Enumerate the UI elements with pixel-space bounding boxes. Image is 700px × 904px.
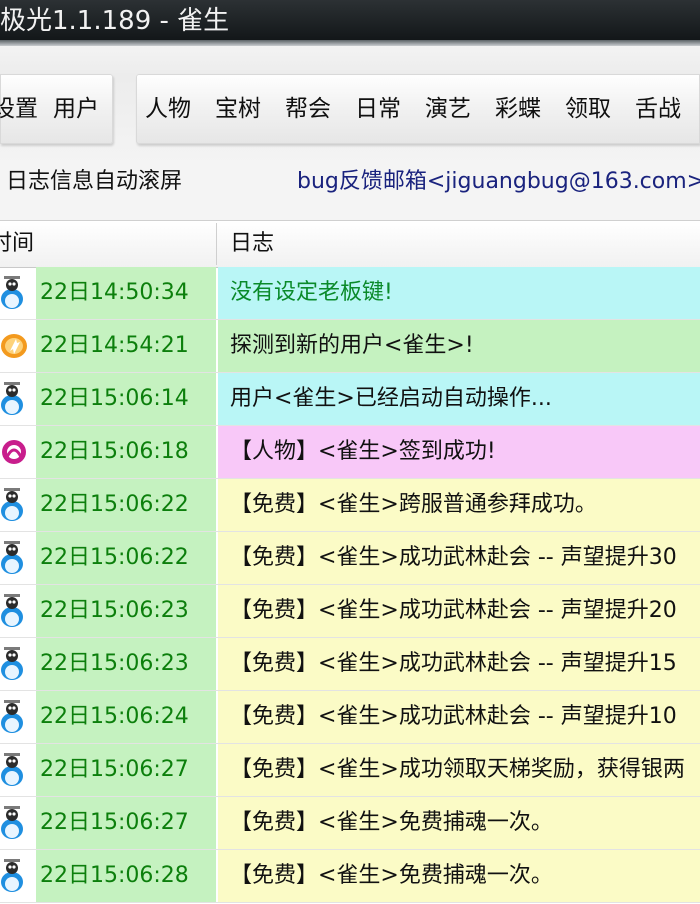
penguin-icon [0,488,28,522]
log-message: 【人物】<雀生>签到成功! [218,426,700,478]
log-message: 【免费】<雀生>跨服普通参拜成功。 [218,479,700,531]
log-time: 22日14:54:21 [36,320,216,372]
penguin-icon [0,594,28,628]
table-row[interactable]: 22日14:54:21 探测到新的用户<雀生>! [0,320,700,373]
toolbar-button-daily[interactable]: 日常 [355,93,401,125]
log-message: 【免费】<雀生>免费捕魂一次。 [218,797,700,849]
toolbar-button-claim[interactable]: 领取 [565,93,611,125]
toolbar-button-guild[interactable]: 帮会 [285,93,331,125]
log-message: 【免费】<雀生>成功武林赴会 -- 声望提升15 [218,638,700,690]
log-message: 【免费】<雀生>成功武林赴会 -- 声望提升10 [218,691,700,743]
penguin-icon [0,541,28,575]
log-message: 没有设定老板键! [218,267,700,319]
table-row[interactable]: 22日15:06:14 用户<雀生>已经启动自动操作... [0,373,700,426]
table-row[interactable]: 22日15:06:27 【免费】<雀生>免费捕魂一次。 [0,797,700,850]
penguin-icon [0,647,28,681]
log-time: 22日15:06:24 [36,691,216,743]
table-row[interactable]: 22日15:06:22 【免费】<雀生>成功武林赴会 -- 声望提升30 [0,532,700,585]
log-table[interactable]: 时间 日志 22日14:50:34 没有设定老板键! 22日14:54:21 探测到新… [0,220,700,904]
penguin-icon [0,753,28,787]
toolbar-button-treasure-tree[interactable]: 宝树 [215,93,261,125]
penguin-icon [0,700,28,734]
log-message: 【免费】<雀生>成功领取天梯奖励，获得银两 [218,744,700,796]
table-row[interactable]: 22日15:06:23 【免费】<雀生>成功武林赴会 -- 声望提升20 [0,585,700,638]
toolbar-button-character[interactable]: 人物 [145,93,191,125]
log-message: 用户<雀生>已经启动自动操作... [218,373,700,425]
column-header-log[interactable]: 日志 [230,229,274,259]
feedback-email-link[interactable]: bug反馈邮箱<jiguangbug@163.com> [297,166,700,198]
log-time: 22日15:06:28 [36,850,216,902]
table-row[interactable]: 22日15:06:28 【免费】<雀生>免费捕魂一次。 [0,850,700,903]
log-time: 22日15:06:18 [36,426,216,478]
log-table-header: 时间 日志 [0,220,700,268]
table-row[interactable]: 22日15:06:23 【免费】<雀生>成功武林赴会 -- 声望提升15 [0,638,700,691]
penguin-icon [0,382,28,416]
log-message: 【免费】<雀生>成功武林赴会 -- 声望提升20 [218,585,700,637]
penguin-icon [0,859,28,893]
log-rows: 22日14:50:34 没有设定老板键! 22日14:54:21 探测到新的用户<雀生… [0,267,700,903]
orange-app-icon [0,329,28,363]
log-time: 22日15:06:22 [36,532,216,584]
log-time: 22日14:50:34 [36,267,216,319]
log-time: 22日15:06:23 [36,585,216,637]
toolbar-button-performance[interactable]: 演艺 [425,93,471,125]
log-message: 探测到新的用户<雀生>! [218,320,700,372]
options-row: 日志信息自动滚屏 bug反馈邮箱<jiguangbug@163.com> [0,160,700,204]
log-message: 【免费】<雀生>成功武林赴会 -- 声望提升30 [218,532,700,584]
toolbar-button-settings[interactable]: 设置 [0,93,38,125]
toolbar-button-debate[interactable]: 舌战 [635,93,681,125]
log-time: 22日15:06:27 [36,797,216,849]
penguin-icon [0,806,28,840]
column-separator[interactable] [216,223,217,265]
penguin-icon [0,276,28,310]
log-time: 22日15:06:23 [36,638,216,690]
log-time: 22日15:06:14 [36,373,216,425]
toolbar-button-butterfly[interactable]: 彩蝶 [495,93,541,125]
table-row[interactable]: 22日15:06:18 【人物】<雀生>签到成功! [0,426,700,479]
table-row[interactable]: 22日15:06:24 【免费】<雀生>成功武林赴会 -- 声望提升10 [0,691,700,744]
column-header-time[interactable]: 时间 [0,229,34,259]
log-time: 22日15:06:22 [36,479,216,531]
table-row[interactable]: 22日15:06:22 【免费】<雀生>跨服普通参拜成功。 [0,479,700,532]
log-message: 【免费】<雀生>免费捕魂一次。 [218,850,700,902]
table-row[interactable]: 22日14:50:34 没有设定老板键! [0,267,700,320]
table-row[interactable]: 22日15:06:27 【免费】<雀生>成功领取天梯奖励，获得银两 [0,744,700,797]
toolbar-button-users[interactable]: 用户 [53,93,99,125]
toolbar-right-group: 人物 宝树 帮会 日常 演艺 彩蝶 领取 舌战 [136,74,700,144]
magenta-app-icon [0,435,28,469]
auto-scroll-toggle[interactable]: 日志信息自动滚屏 [6,166,182,198]
toolbar-left-group: 设置 用户 [0,74,113,144]
log-time: 22日15:06:27 [36,744,216,796]
window-title: 极光1.1.189 - 雀生 [0,6,230,36]
title-bar[interactable]: 极光1.1.189 - 雀生 [0,0,700,46]
